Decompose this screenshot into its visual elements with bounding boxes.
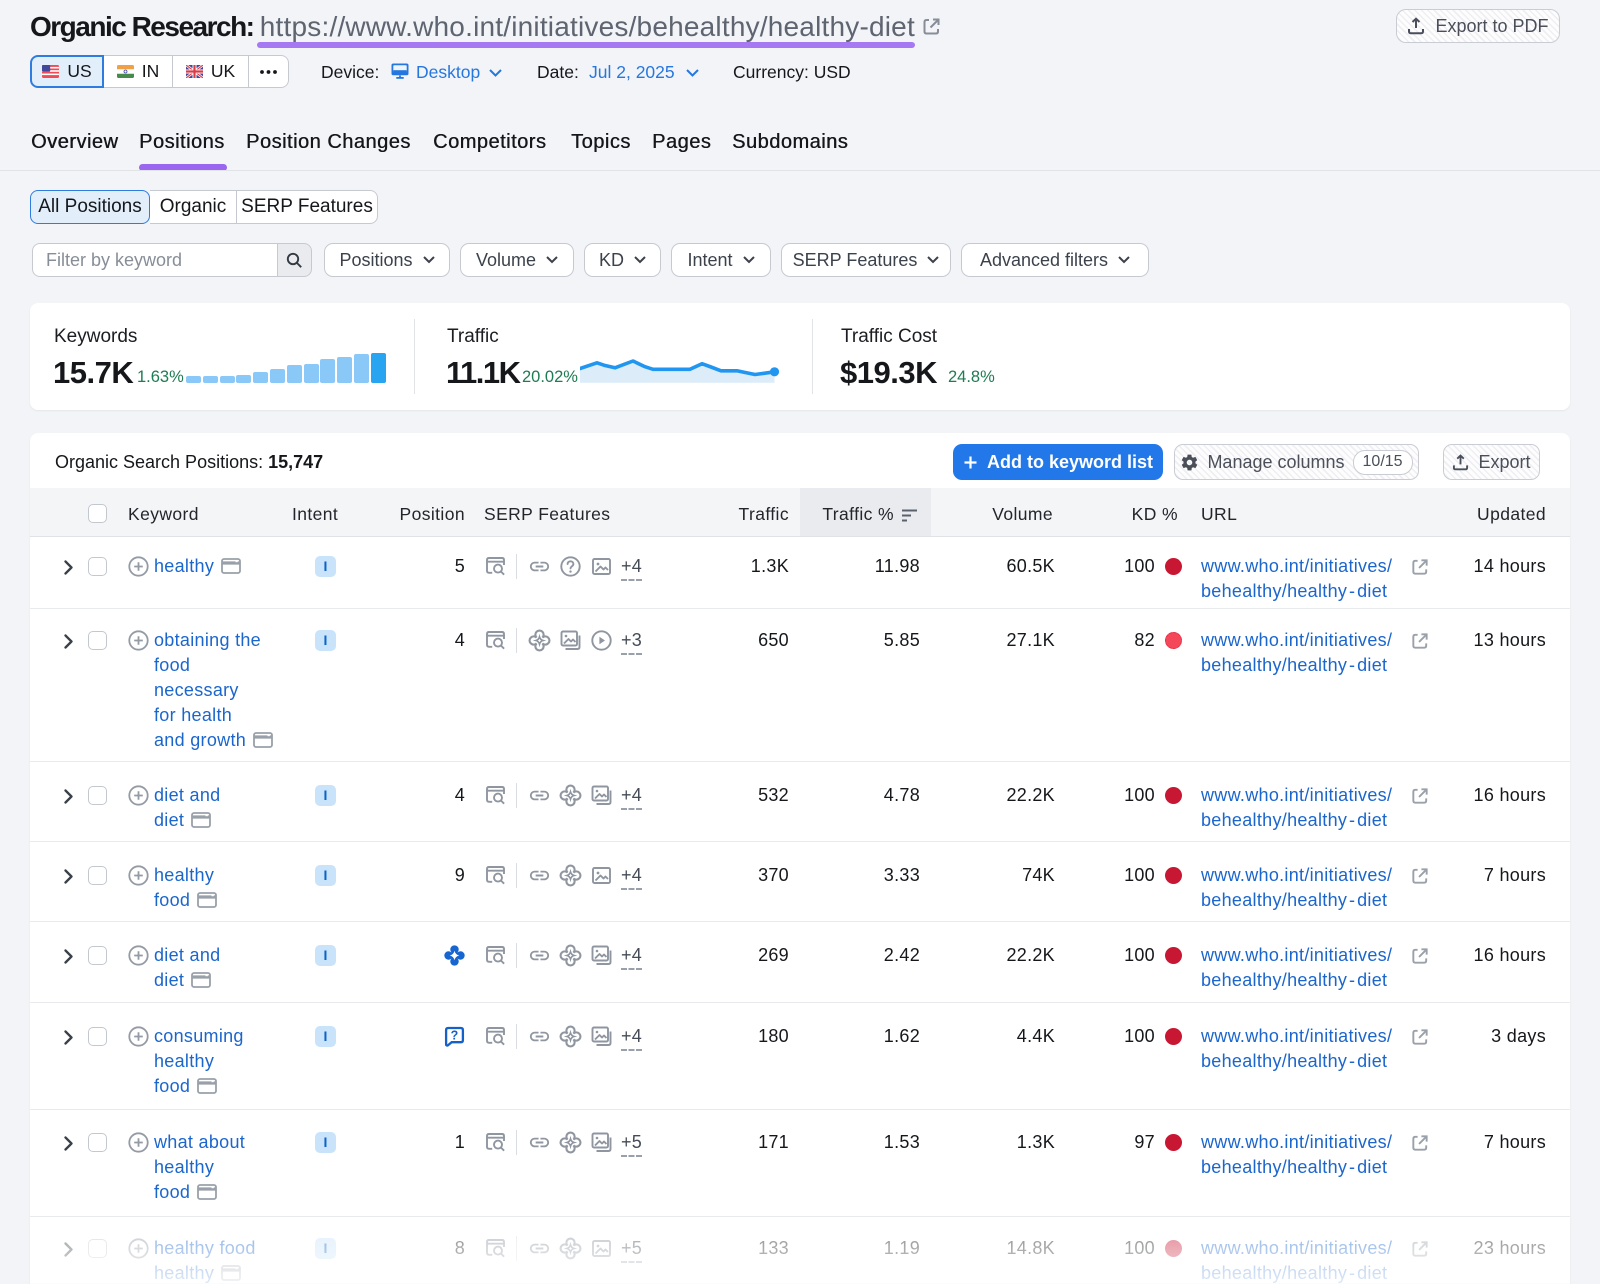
svg-text:?: ? [451, 1028, 459, 1042]
